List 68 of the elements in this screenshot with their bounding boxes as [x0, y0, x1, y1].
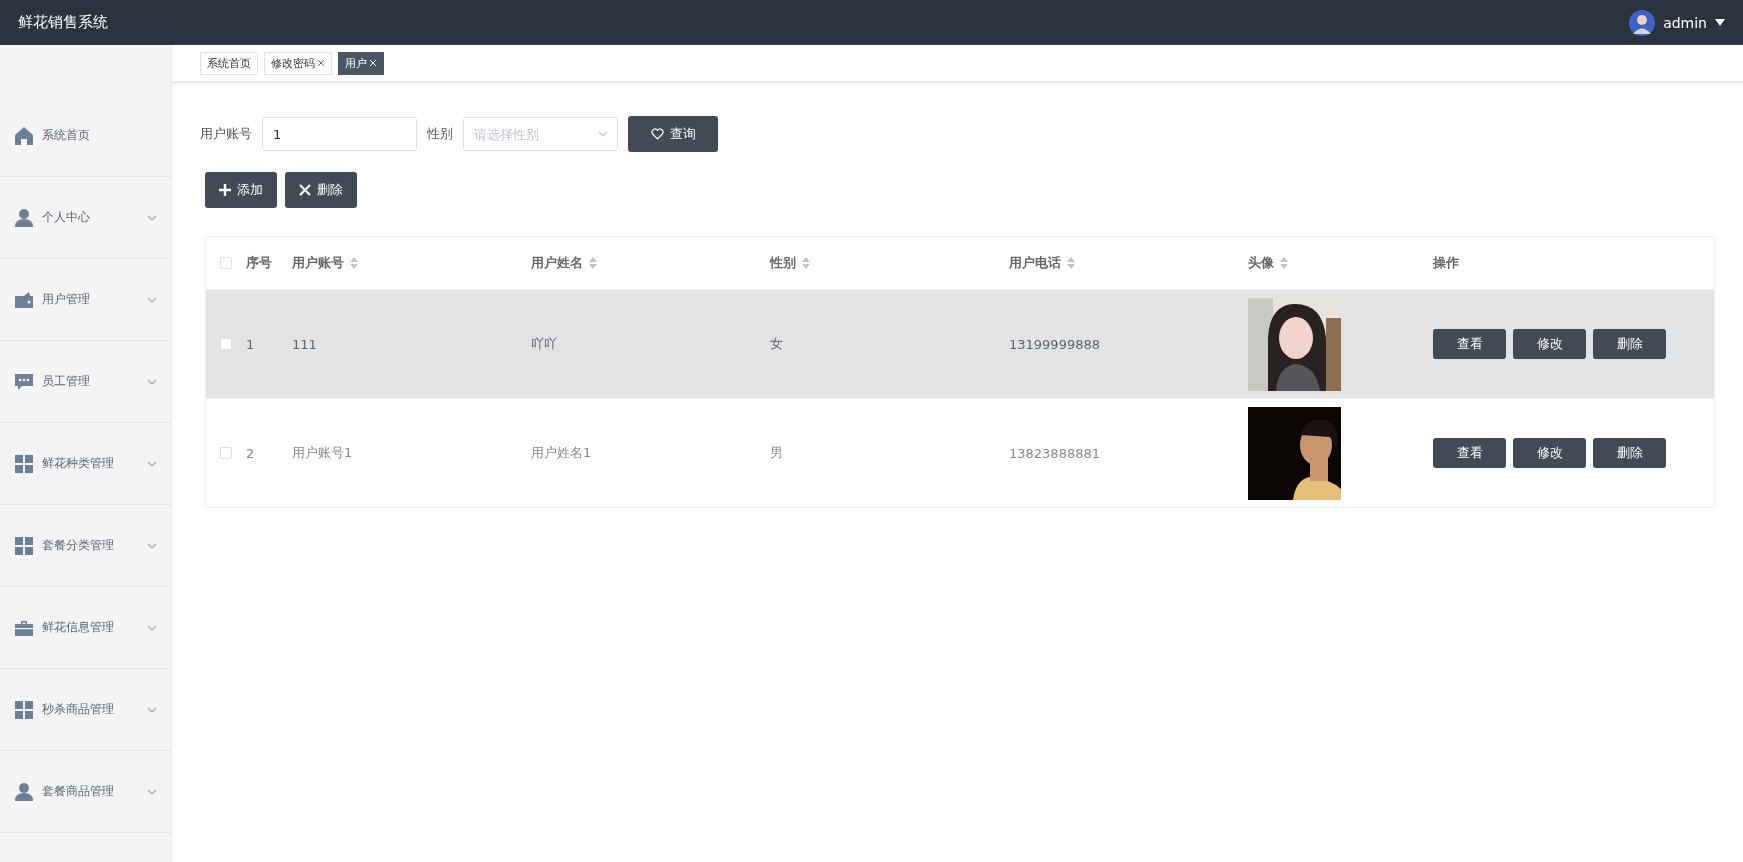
grid-icon: [14, 699, 34, 720]
wallet-icon: [14, 289, 34, 310]
sort-icon[interactable]: [802, 257, 810, 269]
sidebar-item[interactable]: 鲜花信息管理: [0, 587, 171, 669]
caret-icon[interactable]: [1715, 19, 1725, 26]
tab[interactable]: 系统首页: [200, 51, 258, 75]
sort-icon[interactable]: [1280, 257, 1288, 269]
field-label: 用户账号: [200, 125, 252, 143]
sidebar-item[interactable]: 套餐商品管理: [0, 751, 171, 833]
view-button[interactable]: 查看: [1433, 329, 1506, 359]
table-row[interactable]: 1 111 吖吖 女 13199999888 查看 修改 删除: [206, 289, 1714, 398]
delete-button[interactable]: 删除: [1593, 329, 1666, 359]
close-icon[interactable]: [317, 59, 325, 67]
sidebar-item[interactable]: 用户管理: [0, 259, 171, 341]
avatar-icon[interactable]: [1629, 9, 1656, 36]
table-cell: 吖吖: [531, 335, 557, 353]
sort-icon[interactable]: [1067, 257, 1075, 269]
cross-icon: [299, 184, 311, 196]
table-cell: 女: [770, 335, 783, 353]
checkbox[interactable]: [220, 447, 232, 459]
house-icon: [14, 125, 34, 146]
chevron-icon[interactable]: [598, 131, 608, 137]
sidebar-item[interactable]: 员工管理: [0, 341, 171, 423]
column-header: 头像: [1248, 254, 1274, 272]
view-button[interactable]: 查看: [1433, 438, 1506, 468]
field-label: 性别: [427, 125, 453, 143]
table-cell: 13823888881: [1009, 445, 1100, 461]
sidebar-item[interactable]: 秒杀商品管理: [0, 669, 171, 751]
sort-icon[interactable]: [589, 257, 597, 269]
chat-bubble-icon: [14, 371, 34, 392]
edit-button[interactable]: 修改: [1513, 329, 1586, 359]
sidebar-item[interactable]: 系统首页: [0, 95, 171, 177]
tab[interactable]: 用户: [338, 51, 384, 75]
sidebar-item[interactable]: 套餐分类管理: [0, 505, 171, 587]
checkbox[interactable]: [220, 338, 232, 350]
add-button[interactable]: 添加: [205, 172, 277, 208]
column-header: 用户姓名: [531, 254, 583, 272]
grid-icon: [14, 535, 34, 556]
delete-button[interactable]: 删除: [285, 172, 357, 208]
user-name[interactable]: admin: [1663, 14, 1707, 31]
table-cell: 用户姓名1: [531, 444, 592, 462]
person-icon: [14, 207, 34, 228]
sidebar-item[interactable]: 鲜花种类管理: [0, 423, 171, 505]
select-field[interactable]: 请选择性别: [463, 117, 618, 151]
table-cell: 111: [292, 336, 317, 352]
grid-icon: [14, 453, 34, 474]
sidebar-item[interactable]: 个人中心: [0, 177, 171, 259]
column-header: 用户电话: [1009, 254, 1061, 272]
column-header: 操作: [1433, 254, 1459, 272]
table-cell: 1: [246, 336, 255, 352]
column-header: 用户账号: [292, 254, 344, 272]
table-cell: 男: [770, 444, 783, 462]
column-header: 性别: [770, 254, 796, 272]
table-cell: 2: [246, 445, 255, 461]
column-header: 序号: [246, 254, 272, 272]
search-button[interactable]: 查询: [628, 116, 718, 152]
checkbox[interactable]: [220, 257, 232, 269]
tab[interactable]: 修改密码: [264, 51, 332, 75]
sort-icon[interactable]: [350, 257, 358, 269]
table-cell: 13199999888: [1009, 336, 1100, 352]
delete-button[interactable]: 删除: [1593, 438, 1666, 468]
table-cell: 用户账号1: [292, 444, 353, 462]
plus-icon: [219, 184, 231, 196]
edit-button[interactable]: 修改: [1513, 438, 1586, 468]
app-title: 鲜花销售系统: [18, 13, 108, 32]
input-field[interactable]: 1: [262, 117, 417, 151]
person-icon: [14, 781, 34, 802]
heart-icon: [650, 128, 664, 140]
